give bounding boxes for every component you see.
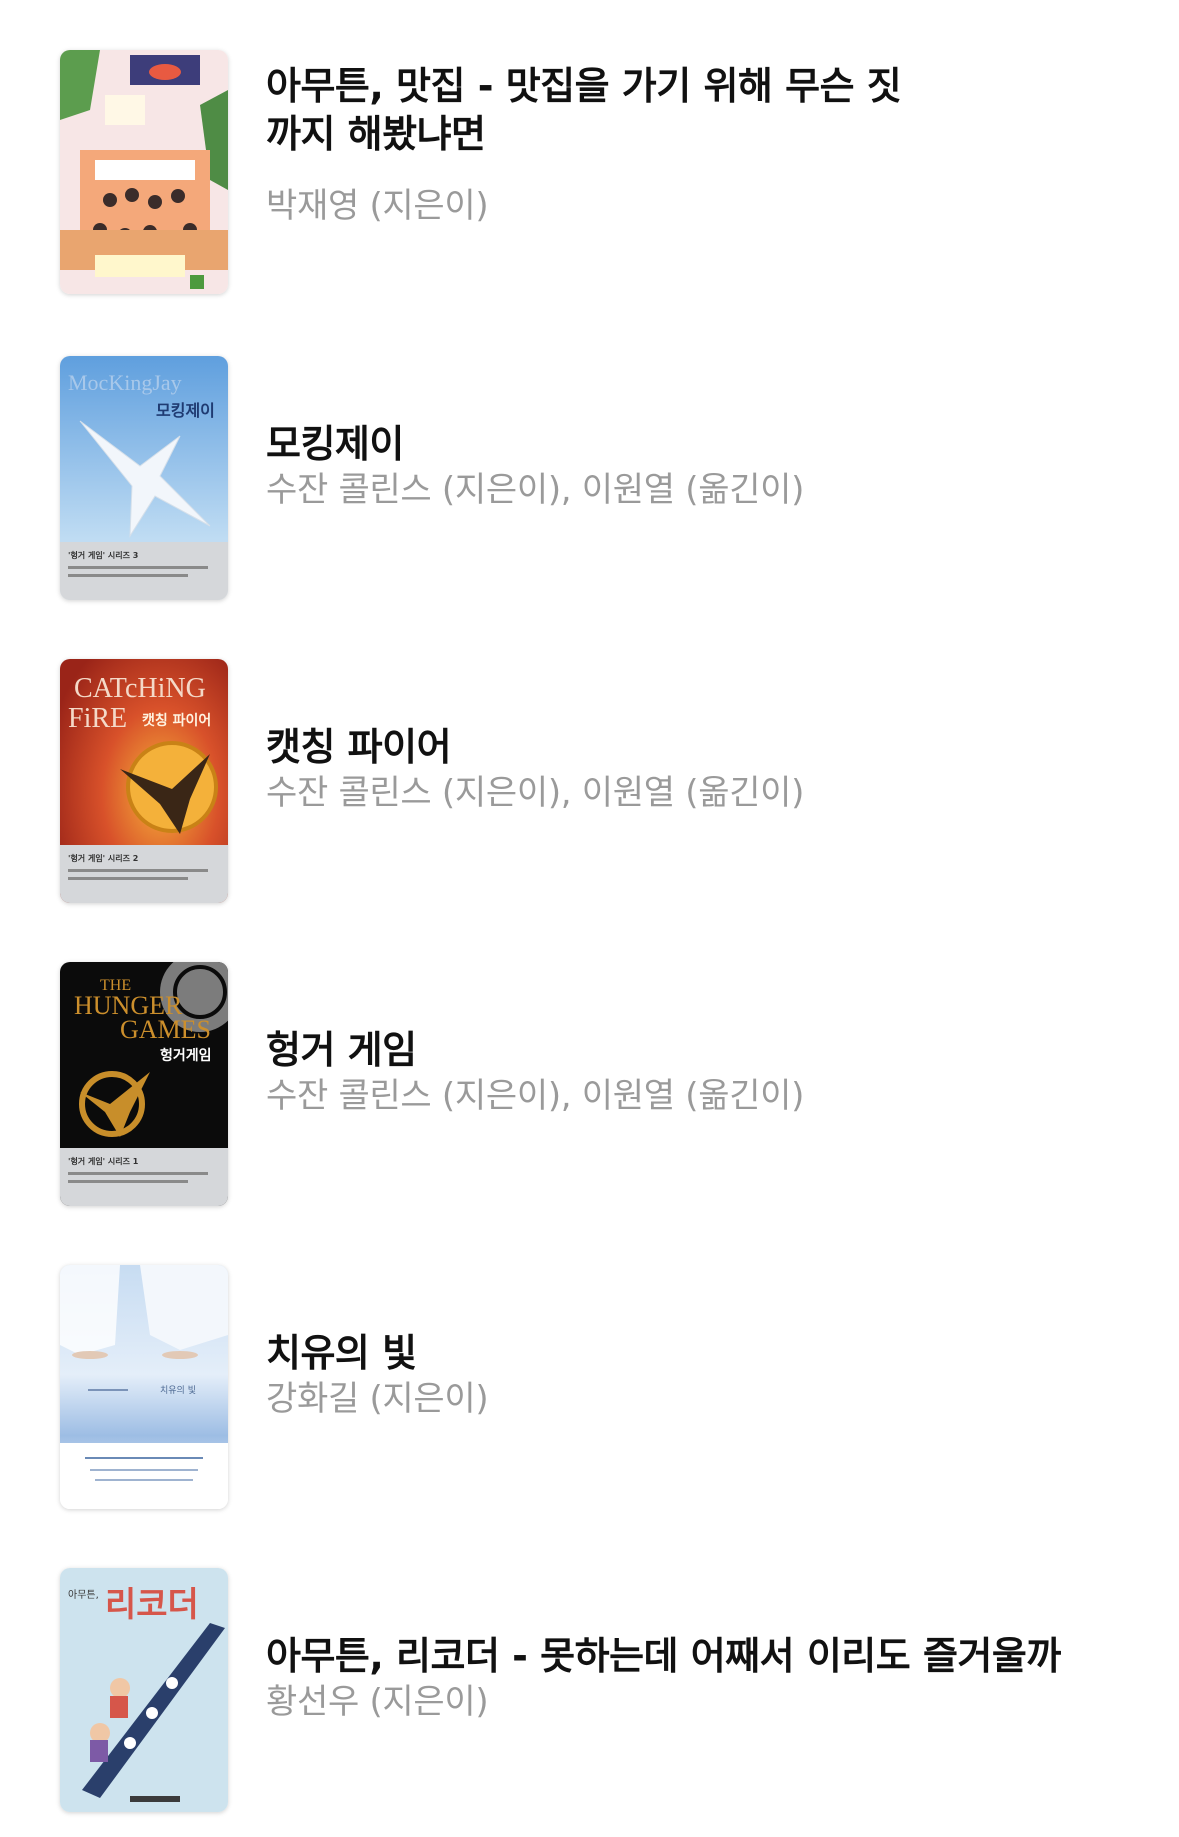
book-item[interactable]: 치유의 빛 치유의 빛 강화길 (지은이) [0, 1265, 1179, 1523]
book-cover-healing-light[interactable]: 치유의 빛 [60, 1265, 228, 1509]
svg-text:'헝거 게임' 시리즈 1: '헝거 게임' 시리즈 1 [68, 1156, 139, 1166]
svg-text:아무튼,: 아무튼, [68, 1589, 99, 1601]
book-info: 치유의 빛 강화길 (지은이) [266, 1329, 1146, 1421]
svg-text:FiRE: FiRE [68, 703, 127, 734]
book-info: 모킹제이 수잔 콜린스 (지은이), 이원열 (옮긴이) [266, 420, 1146, 512]
book-title[interactable]: 치유의 빛 [266, 1329, 1146, 1377]
book-item[interactable]: CATcHiNG FiRE 캣칭 파이어 '헝거 게임' 시리즈 2 캣칭 파이… [0, 659, 1179, 917]
svg-text:MocKingJay: MocKingJay [68, 370, 182, 395]
book-item[interactable]: MocKingJay 모킹제이 '헝거 게임' 시리즈 3 모킹제이 수잔 콜린… [0, 356, 1179, 614]
book-cover-restaurant[interactable] [60, 50, 228, 294]
book-title[interactable]: 헝거 게임 [266, 1026, 1146, 1074]
book-info: 아무튼, 리코더 - 못하는데 어째서 이리도 즐거울까 황선우 (지은이) [266, 1632, 1146, 1724]
book-title[interactable]: 모킹제이 [266, 420, 1146, 468]
svg-text:GAMES: GAMES [120, 1015, 211, 1044]
svg-text:CATcHiNG: CATcHiNG [74, 673, 206, 704]
book-title[interactable]: 아무튼, 맛집 - 맛집을 가기 위해 무슨 짓까지 해봤냐면 [266, 62, 906, 158]
svg-text:'헝거 게임' 시리즈 3: '헝거 게임' 시리즈 3 [68, 550, 138, 560]
book-author: 수잔 콜린스 (지은이), 이원열 (옮긴이) [266, 773, 805, 813]
svg-text:치유의 빛: 치유의 빛 [160, 1384, 196, 1396]
book-item[interactable]: THE HUNGER GAMES 헝거게임 '헝거 게임' 시리즈 1 헝거 게… [0, 962, 1179, 1220]
book-title[interactable]: 캣칭 파이어 [266, 723, 1146, 771]
svg-text:모킹제이: 모킹제이 [156, 401, 215, 420]
book-author: 황선우 (지은이) [266, 1682, 489, 1722]
book-info: 캣칭 파이어 수잔 콜린스 (지은이), 이원열 (옮긴이) [266, 723, 1146, 815]
book-info: 아무튼, 맛집 - 맛집을 가기 위해 무슨 짓까지 해봤냐면 박재영 (지은이… [266, 62, 1146, 228]
svg-text:헝거게임: 헝거게임 [160, 1047, 212, 1064]
svg-text:리코더: 리코더 [105, 1585, 199, 1625]
book-cover-hunger-games[interactable]: THE HUNGER GAMES 헝거게임 '헝거 게임' 시리즈 1 [60, 962, 228, 1206]
book-title[interactable]: 아무튼, 리코더 - 못하는데 어째서 이리도 즐거울까 [266, 1632, 1146, 1680]
book-author: 수잔 콜린스 (지은이), 이원열 (옮긴이) [266, 470, 805, 510]
book-author: 강화길 (지은이) [266, 1379, 489, 1419]
book-cover-catching-fire[interactable]: CATcHiNG FiRE 캣칭 파이어 '헝거 게임' 시리즈 2 [60, 659, 228, 903]
book-cover-mockingjay[interactable]: MocKingJay 모킹제이 '헝거 게임' 시리즈 3 [60, 356, 228, 600]
book-author: 수잔 콜린스 (지은이), 이원열 (옮긴이) [266, 1076, 805, 1116]
svg-text:캣칭 파이어: 캣칭 파이어 [142, 712, 211, 729]
book-item[interactable]: 아무튼, 맛집 - 맛집을 가기 위해 무슨 짓까지 해봤냐면 박재영 (지은이… [0, 50, 1179, 308]
book-item[interactable]: 리코더 아무튼, 아무튼, 리코더 - 못하는데 어째서 이리도 즐거울까 황선… [0, 1568, 1179, 1826]
book-author: 박재영 (지은이) [266, 186, 489, 226]
svg-text:'헝거 게임' 시리즈 2: '헝거 게임' 시리즈 2 [68, 853, 138, 863]
book-cover-recorder[interactable]: 리코더 아무튼, [60, 1568, 228, 1812]
book-info: 헝거 게임 수잔 콜린스 (지은이), 이원열 (옮긴이) [266, 1026, 1146, 1118]
